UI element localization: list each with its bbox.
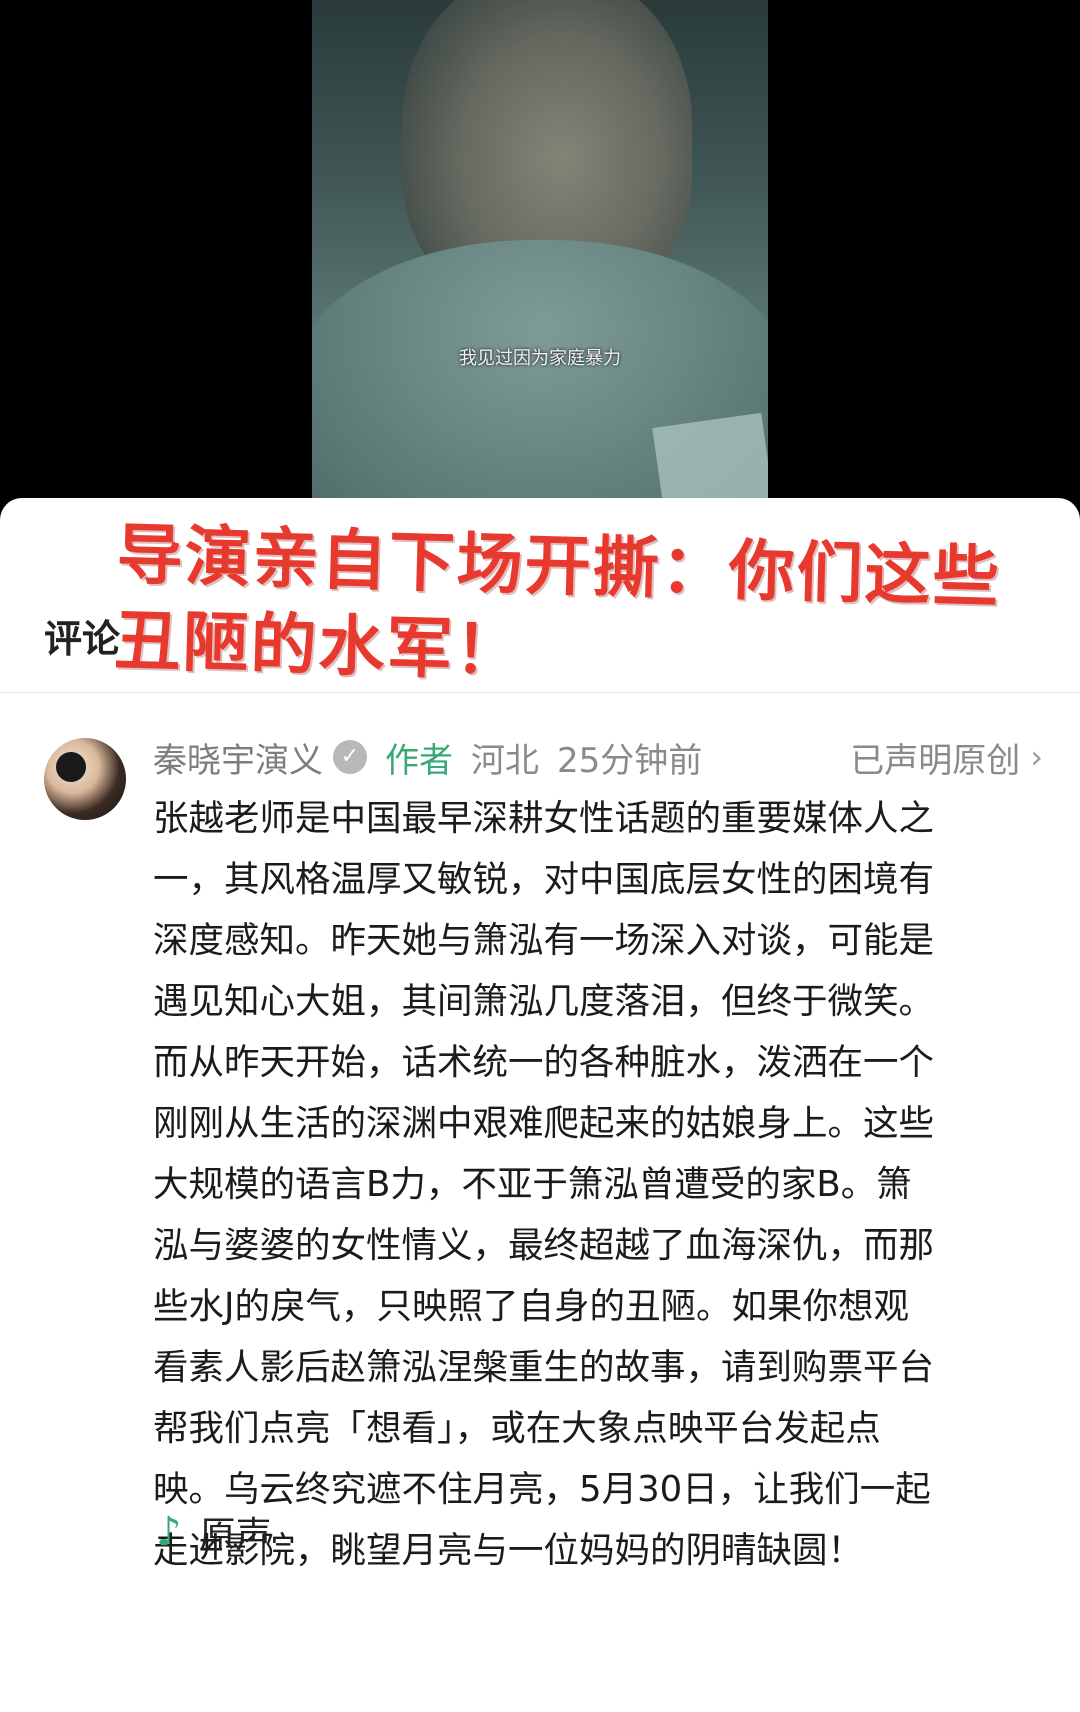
headline-overlay: 导演亲自下场开撕：你们这些丑陋的水军！	[113, 515, 1002, 690]
verified-badge-icon: ✓	[333, 740, 367, 774]
author-tag: 作者	[385, 740, 453, 781]
username[interactable]: 秦晓宇演义	[153, 733, 323, 782]
declared-original-label: 已声明原创	[850, 740, 1021, 781]
comment-body: 张越老师是中国最早深耕女性话题的重要媒体人之 一，其风格温厚又敏锐，对中国底层女…	[153, 798, 935, 1571]
video-area[interactable]: 我见过因为家庭暴力	[0, 0, 1080, 500]
avatar[interactable]	[44, 738, 126, 820]
avatar-head	[56, 752, 86, 782]
timestamp: 25分钟前	[557, 740, 703, 781]
declared-original-link[interactable]: 已声明原创 ›	[850, 733, 1043, 782]
comment-panel: 评论 导演亲自下场开撕：你们这些丑陋的水军！ 秦晓宇演义 ✓ 作者 河北 25分…	[0, 498, 1080, 1712]
video-subtitle: 我见过因为家庭暴力	[459, 348, 621, 369]
original-sound-label: 原声	[199, 1515, 272, 1556]
comment-meta-row: 秦晓宇演义 ✓ 作者 河北 25分钟前 已声明原创 ›	[153, 733, 1043, 782]
video-paper	[652, 412, 768, 500]
music-note-icon: ♪	[156, 1509, 182, 1555]
comment-panel-header: 评论 导演亲自下场开撕：你们这些丑陋的水军！	[0, 498, 1080, 692]
original-sound-row[interactable]: ♪ 原声	[156, 1506, 272, 1558]
location: 河北	[471, 740, 539, 781]
header-divider	[0, 692, 1080, 693]
comment-label: 评论	[44, 617, 121, 661]
chevron-right-icon: ›	[1030, 738, 1043, 776]
video-frame[interactable]: 我见过因为家庭暴力	[312, 0, 768, 500]
